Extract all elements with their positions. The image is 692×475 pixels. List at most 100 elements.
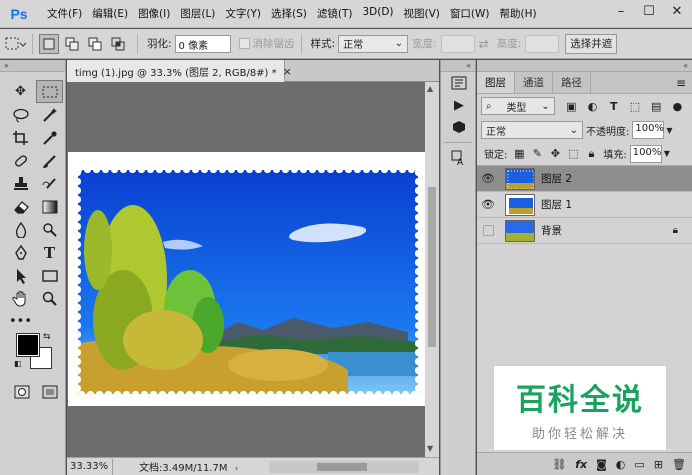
pen-tool-icon[interactable] xyxy=(7,241,34,264)
move-tool-icon[interactable]: ✥ xyxy=(7,80,34,103)
feather-input[interactable]: 0 像素 xyxy=(174,34,231,53)
close-tab-icon[interactable]: × xyxy=(283,65,292,78)
link-icon[interactable]: ⛓︎ xyxy=(552,458,566,471)
menu-3d[interactable]: 3D(D) xyxy=(357,6,398,21)
mask-icon[interactable]: ◙ xyxy=(596,458,607,471)
quick-mask-icon[interactable] xyxy=(8,380,35,403)
tool-preset-picker[interactable] xyxy=(4,33,26,55)
layer-row[interactable]: 背景 🔒︎ xyxy=(477,218,692,244)
canvas[interactable] xyxy=(68,152,425,406)
antialias-checkbox[interactable]: 消除锯齿 xyxy=(238,36,295,51)
intersect-selection-button[interactable] xyxy=(108,34,128,54)
menu-layer[interactable]: 图层(L) xyxy=(175,6,220,21)
height-input[interactable] xyxy=(525,34,560,53)
lock-transparent-icon[interactable]: ▦ xyxy=(510,147,528,160)
tools-panel-header[interactable]: » xyxy=(0,60,65,72)
filter-toggle-icon[interactable]: ● xyxy=(667,100,688,113)
vertical-scrollbar[interactable]: ▲ ▼ xyxy=(425,82,439,457)
fill-dropdown-icon[interactable]: ▼ xyxy=(664,149,670,158)
lock-position-icon[interactable]: ✥ xyxy=(546,147,564,160)
menu-file[interactable]: 文件(F) xyxy=(42,6,87,21)
crop-tool-icon[interactable] xyxy=(7,126,34,149)
filter-type-icon[interactable]: T xyxy=(603,100,624,113)
menu-type[interactable]: 文字(Y) xyxy=(220,6,266,21)
path-selection-tool-icon[interactable] xyxy=(7,264,34,287)
vertical-scroll-thumb[interactable] xyxy=(428,187,436,347)
blend-mode-select[interactable]: 正常 ⌄ xyxy=(481,121,583,139)
fill-input[interactable]: 100% xyxy=(629,144,662,163)
hand-tool-icon[interactable] xyxy=(7,287,34,310)
filter-adjustment-icon[interactable]: ◐ xyxy=(582,100,603,113)
document-tab[interactable]: timg (1).jpg @ 33.3% (图层 2, RGB/8#) * × xyxy=(67,60,292,82)
layer-row[interactable]: 👁︎ 图层 2 xyxy=(477,166,692,192)
document-info[interactable]: 文档:3.49M/11.7M › xyxy=(113,459,263,474)
adjustment-icon[interactable]: ◐ xyxy=(616,458,626,471)
menu-filter[interactable]: 滤镜(T) xyxy=(312,6,358,21)
status-menu-arrow-icon[interactable]: › xyxy=(235,464,239,474)
more-tools-icon[interactable]: ••• xyxy=(7,310,34,333)
history-panel-icon[interactable] xyxy=(441,72,477,94)
menu-edit[interactable]: 编辑(E) xyxy=(87,6,133,21)
panel-menu-icon[interactable]: ≡ xyxy=(676,72,686,94)
lock-artboard-icon[interactable]: ⬚ xyxy=(564,147,582,160)
tab-paths[interactable]: 路径 xyxy=(553,72,591,93)
new-selection-button[interactable] xyxy=(39,33,59,54)
eye-icon[interactable]: 👁︎ xyxy=(477,172,499,185)
gradient-tool-icon[interactable] xyxy=(36,195,63,218)
select-and-mask-button[interactable]: 选择并遮 xyxy=(565,33,618,54)
filter-smart-object-icon[interactable]: ▤ xyxy=(646,100,667,113)
actions-panel-icon[interactable]: ▶ xyxy=(441,94,477,116)
visibility-toggle[interactable] xyxy=(477,225,499,236)
add-selection-button[interactable] xyxy=(62,34,82,54)
screen-mode-icon[interactable] xyxy=(36,380,63,403)
group-icon[interactable]: ▭ xyxy=(634,458,644,471)
healing-brush-tool-icon[interactable] xyxy=(7,149,34,172)
brush-tool-icon[interactable] xyxy=(36,149,63,172)
magic-wand-tool-icon[interactable] xyxy=(36,103,63,126)
zoom-level-field[interactable]: 33.33% xyxy=(67,458,113,475)
dodge-tool-icon[interactable] xyxy=(36,218,63,241)
maximize-button[interactable]: ☐ xyxy=(640,3,658,21)
menu-select[interactable]: 选择(S) xyxy=(266,6,312,21)
filter-shape-icon[interactable]: ⬚ xyxy=(624,100,645,113)
opacity-input[interactable]: 100% xyxy=(632,121,665,139)
width-input[interactable] xyxy=(440,34,475,53)
lock-all-icon[interactable]: 🔒︎ xyxy=(582,147,600,161)
eraser-tool-icon[interactable] xyxy=(7,195,34,218)
scroll-up-icon[interactable]: ▲ xyxy=(427,84,433,93)
blur-tool-icon[interactable] xyxy=(7,218,34,241)
zoom-tool-icon[interactable] xyxy=(36,287,63,310)
menu-image[interactable]: 图像(I) xyxy=(133,6,175,21)
filter-pixel-icon[interactable]: ▣ xyxy=(561,100,582,113)
menu-help[interactable]: 帮助(H) xyxy=(495,6,542,21)
tab-layers[interactable]: 图层 xyxy=(477,72,515,93)
lock-pixels-icon[interactable]: ✎ xyxy=(528,147,546,160)
layers-panel-header[interactable]: « xyxy=(477,60,692,72)
new-layer-icon[interactable]: ⊞ xyxy=(654,458,663,471)
opacity-dropdown-icon[interactable]: ▼ xyxy=(666,126,672,135)
rect-marquee-tool-icon[interactable] xyxy=(36,80,63,103)
character-panel-icon[interactable]: A xyxy=(441,147,477,169)
swap-dimensions-icon[interactable]: ⇄ xyxy=(479,37,489,51)
layer-filter-select[interactable]: ⌕ 类型 ⌄ xyxy=(481,97,555,115)
3d-panel-icon[interactable] xyxy=(441,116,477,138)
eye-icon[interactable]: 👁︎ xyxy=(477,198,499,211)
horizontal-scrollbar[interactable] xyxy=(269,460,419,473)
menu-window[interactable]: 窗口(W) xyxy=(445,6,495,21)
horizontal-scroll-thumb[interactable] xyxy=(317,462,367,471)
subtract-selection-button[interactable] xyxy=(85,34,105,54)
minimize-button[interactable]: – xyxy=(612,3,630,21)
history-brush-tool-icon[interactable] xyxy=(36,172,63,195)
close-window-button[interactable]: ✕ xyxy=(668,3,686,21)
swap-colors-icon[interactable]: ⇆ xyxy=(43,332,51,342)
tab-channels[interactable]: 通道 xyxy=(515,72,553,93)
clone-stamp-tool-icon[interactable] xyxy=(7,172,34,195)
fx-icon[interactable]: fx xyxy=(575,458,587,471)
collapsed-panels-header[interactable]: « xyxy=(441,60,475,72)
style-select[interactable]: 正常 ⌄ xyxy=(338,34,409,53)
foreground-color-swatch[interactable] xyxy=(16,333,40,357)
type-tool-icon[interactable]: T xyxy=(36,241,63,264)
scroll-down-icon[interactable]: ▼ xyxy=(427,444,433,453)
rectangle-tool-icon[interactable] xyxy=(36,264,63,287)
default-colors-icon[interactable]: ◧ xyxy=(14,359,22,368)
